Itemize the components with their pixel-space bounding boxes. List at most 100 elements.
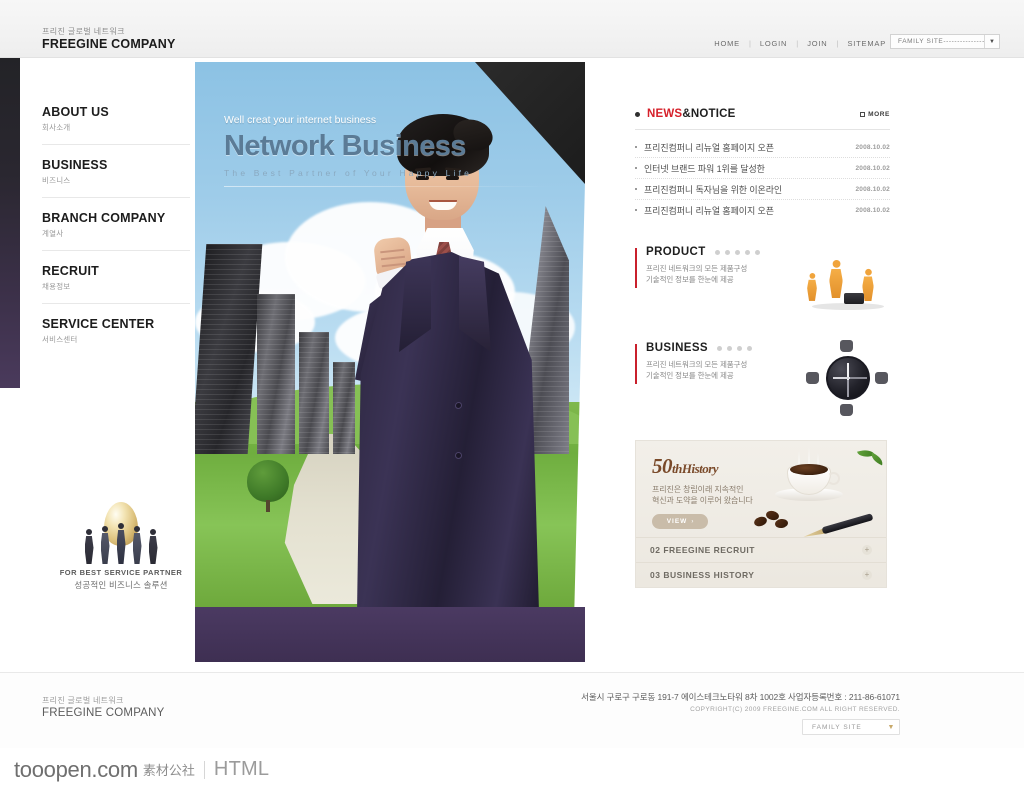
news-item-text: 인터넷 브랜드 파워 1위를 달성한 xyxy=(644,163,765,174)
best-service-partner-banner[interactable]: FOR BEST SERVICE PARTNER 성공적인 비즈니스 솔루션 xyxy=(48,502,194,591)
figure-icon xyxy=(875,372,888,384)
pen-icon xyxy=(802,513,874,537)
watermark-divider xyxy=(203,760,205,779)
promo-desc-line2: 기술적인 정보를 한눈에 제공 xyxy=(646,275,734,284)
nav-home[interactable]: HOME xyxy=(714,39,740,48)
hero-divider xyxy=(224,186,554,187)
footer-logo-korean: 프리진 글로벌 네트워크 xyxy=(42,696,124,705)
footer-logo[interactable]: 프리진 글로벌 네트워크 FREEGINE COMPANY xyxy=(42,695,164,720)
promo-dots-icon xyxy=(717,345,752,351)
sidebar-item-label: RECRUIT xyxy=(42,264,99,278)
history-link-label: 02 FREEGINE RECRUIT xyxy=(650,545,755,555)
sidebar-item-about-us[interactable]: ABOUT US 회사소개 xyxy=(42,105,190,145)
hero-banner[interactable]: Well creat your internet business Networ… xyxy=(195,62,585,662)
sidebar-item-business[interactable]: BUSINESS 비즈니스 xyxy=(42,158,190,198)
banner-korean-text: 성공적인 비즈니스 솔루션 xyxy=(74,580,168,590)
list-bullet-icon xyxy=(635,188,637,190)
logo-english-text: FREEGINE COMPANY xyxy=(42,37,176,51)
family-site-label: FAMILY SITE xyxy=(812,723,862,731)
sidebar-item-sublabel: 채용정보 xyxy=(42,282,71,291)
news-item[interactable]: 인터넷 브랜드 파워 1위를 달성한 2008.10.02 xyxy=(635,158,890,179)
promo-product[interactable]: PRODUCT 프리진 네트워크의 모든 제품구성 기술적인 정보를 한눈에 제… xyxy=(635,246,890,316)
page-root: 프리진 글로벌 네트워크 FREEGINE COMPANY HOME | LOG… xyxy=(0,0,1024,791)
site-footer: 프리진 글로벌 네트워크 FREEGINE COMPANY 서울시 구로구 구로… xyxy=(0,672,1024,748)
nav-join[interactable]: JOIN xyxy=(807,39,827,48)
sidebar-item-branch-company[interactable]: BRANCH COMPANY 계열사 xyxy=(42,211,190,251)
sidebar-item-sublabel: 계열사 xyxy=(42,229,64,238)
figure-icon xyxy=(148,529,158,564)
list-bullet-icon xyxy=(635,209,637,211)
businessmen-figures xyxy=(48,523,194,564)
hero-footer-band xyxy=(195,607,585,662)
news-item-date: 2008.10.02 xyxy=(855,164,890,172)
golden-egg-illustration xyxy=(48,502,194,564)
history-view-button[interactable]: VIEW › xyxy=(652,514,708,529)
history-headline: 50thHistory xyxy=(652,455,886,480)
figure-icon xyxy=(100,526,110,564)
coffee-beans-icon xyxy=(752,509,794,529)
news-item-text: 프리진컴퍼니 독자님을 위한 이온라인 xyxy=(644,184,783,195)
family-site-dropdown-header[interactable]: FAMILY SITE--------------- ▼ xyxy=(890,34,1000,49)
nav-login[interactable]: LOGIN xyxy=(760,39,787,48)
coffee-cup-icon xyxy=(775,447,843,501)
sidebar-item-label: BUSINESS xyxy=(42,158,108,172)
footer-address-block: 서울시 구로구 구로동 191-7 에이스테크노타워 8차 1002호 사업자등… xyxy=(581,691,900,713)
site-header: 프리진 글로벌 네트워크 FREEGINE COMPANY HOME | LOG… xyxy=(0,0,1024,58)
news-title-black: &NOTICE xyxy=(682,108,736,120)
promo-desc-line2: 기술적인 정보를 한눈에 제공 xyxy=(646,371,734,380)
history-link-recruit[interactable]: 02 FREEGINE RECRUIT + xyxy=(636,537,886,562)
figure-icon xyxy=(840,404,853,416)
sidebar-navigation: ABOUT US 회사소개 BUSINESS 비즈니스 BRANCH COMPA… xyxy=(42,105,190,369)
news-item[interactable]: 프리진컴퍼니 리뉴얼 홈페이지 오픈 2008.10.02 xyxy=(635,137,890,158)
chevron-down-icon[interactable]: ▼ xyxy=(883,724,899,731)
chevron-down-icon[interactable]: ▼ xyxy=(984,35,999,48)
promo-title: BUSINESS xyxy=(646,342,708,354)
sidebar-item-sublabel: 서비스센터 xyxy=(42,335,78,344)
promo-dots-icon xyxy=(714,249,760,255)
tree-icon xyxy=(247,460,289,512)
news-item-date: 2008.10.02 xyxy=(855,206,890,214)
history-card-top[interactable]: 50thHistory 프리진은 창립이래 지속적인 혁신과 도약을 이루어 왔… xyxy=(636,441,886,537)
figure-icon xyxy=(840,340,853,352)
news-item[interactable]: 프리진컴퍼니 독자님을 위한 이온라인 2008.10.02 xyxy=(635,179,890,200)
footer-address: 서울시 구로구 구로동 191-7 에이스테크노타워 8차 1002호 사업자등… xyxy=(581,692,900,702)
plus-icon[interactable]: + xyxy=(862,570,872,580)
promo-desc-line1: 프리진 네트워크의 모든 제품구성 xyxy=(646,264,748,273)
briefcase-icon xyxy=(844,293,864,304)
news-list: 프리진컴퍼니 리뉴얼 홈페이지 오픈 2008.10.02 인터넷 브랜드 파워… xyxy=(635,129,890,220)
watermark-site: tooopen.com xyxy=(14,756,138,782)
plus-icon[interactable]: + xyxy=(862,545,872,555)
family-site-dropdown-footer[interactable]: FAMILY SITE ▼ xyxy=(802,719,900,735)
sidebar-item-service-center[interactable]: SERVICE CENTER 서비스센터 xyxy=(42,317,190,356)
sidebar-item-label: SERVICE CENTER xyxy=(42,317,155,331)
square-icon xyxy=(860,111,866,117)
compass-icon xyxy=(804,340,890,416)
sidebar-item-label: BRANCH COMPANY xyxy=(42,211,166,225)
history-word: History xyxy=(681,461,719,476)
news-item-text: 프리진컴퍼니 리뉴얼 홈페이지 오픈 xyxy=(644,142,774,153)
figure-icon xyxy=(132,526,142,564)
nav-separator: | xyxy=(748,39,751,48)
more-label: MORE xyxy=(868,110,890,118)
promo-business[interactable]: BUSINESS 프리진 네트워크의 모든 제품구성 기술적인 정보를 한눈에 … xyxy=(635,340,890,416)
top-navigation: HOME | LOGIN | JOIN | SITEMAP xyxy=(714,39,886,48)
sidebar-item-recruit[interactable]: RECRUIT 채용정보 xyxy=(42,264,190,304)
footer-copyright: COPYRIGHT(C) 2009 FREEGINE.COM ALL RIGHT… xyxy=(690,706,900,713)
nav-sitemap[interactable]: SITEMAP xyxy=(847,39,886,48)
footer-logo-english: FREEGINE COMPANY xyxy=(42,707,165,719)
news-more-button[interactable]: MORE xyxy=(860,111,890,118)
banner-english-text: FOR BEST SERVICE PARTNER xyxy=(59,568,183,577)
history-card: 50thHistory 프리진은 창립이래 지속적인 혁신과 도약을 이루어 왔… xyxy=(635,440,887,588)
family-site-label: FAMILY SITE--------------- xyxy=(898,38,984,45)
news-item-text: 프리진컴퍼니 리뉴얼 홈페이지 오픈 xyxy=(644,205,774,216)
header-logo[interactable]: 프리진 글로벌 네트워크 FREEGINE COMPANY xyxy=(42,26,176,52)
promo-accent-bar xyxy=(635,248,637,288)
promo-desc-line1: 프리진 네트워크의 모든 제품구성 xyxy=(646,360,748,369)
hero-text-block: Well creat your internet business Networ… xyxy=(224,114,554,187)
watermark-bar: tooopen.com 素材公社 HTML xyxy=(0,748,1024,791)
history-link-business-history[interactable]: 03 BUSINESS HISTORY + xyxy=(636,562,886,587)
right-content-column: NEWS&NOTICE MORE 프리진컴퍼니 리뉴얼 홈페이지 오픈 2008… xyxy=(635,108,890,588)
left-accent-bar xyxy=(0,58,20,388)
news-item[interactable]: 프리진컴퍼니 리뉴얼 홈페이지 오픈 2008.10.02 xyxy=(635,200,890,220)
nav-separator: | xyxy=(836,39,839,48)
